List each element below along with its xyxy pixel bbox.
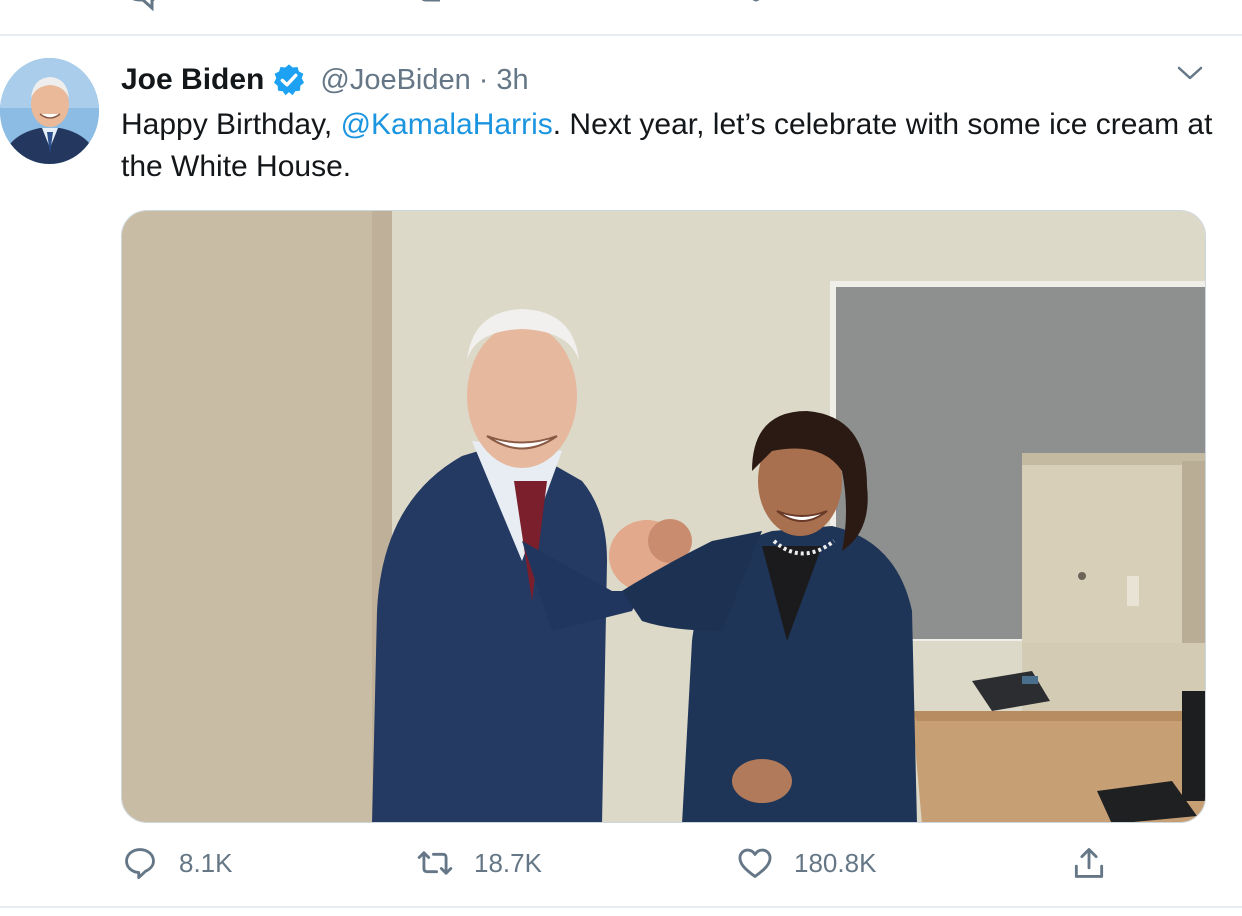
verified-badge-icon [274, 64, 305, 96]
previous-tweet-actions [0, 0, 1242, 14]
retweet-count: 18.7K [474, 847, 542, 878]
tweet-divider [0, 34, 1242, 36]
retweet-button[interactable]: 18.7K [416, 844, 542, 882]
tweet-actions: 8.1K 18.7K 180.8K [0, 838, 1242, 894]
share-icon[interactable] [1070, 0, 1106, 14]
tweet-divider-bottom [0, 906, 1242, 908]
reply-icon [125, 848, 155, 879]
author-handle[interactable]: @JoeBiden [320, 64, 470, 97]
tweet-text-start: Happy Birthday, [121, 108, 341, 141]
avatar[interactable] [0, 58, 99, 164]
share-button[interactable] [1070, 844, 1108, 882]
tweet-photo[interactable] [121, 210, 1206, 823]
chevron-down-icon[interactable] [1175, 64, 1205, 84]
reply-button[interactable]: 8.1K [121, 844, 233, 882]
tweet-header: Joe Biden @JoeBiden · 3h [121, 60, 529, 100]
like-button[interactable]: 180.8K [736, 844, 876, 882]
retweet-icon [417, 851, 453, 875]
share-icon [1074, 848, 1104, 878]
retweet-icon[interactable] [418, 0, 458, 14]
author-name[interactable]: Joe Biden [121, 63, 264, 97]
mention-link[interactable]: @KamalaHarris [341, 108, 553, 141]
reply-icon[interactable] [122, 0, 160, 14]
tweet-timestamp[interactable]: 3h [496, 64, 528, 97]
reply-count: 8.1K [179, 847, 233, 878]
header-separator: · [478, 63, 489, 96]
tweet-text: Happy Birthday, @KamalaHarris. Next year… [121, 104, 1221, 188]
heart-icon[interactable] [738, 0, 774, 14]
like-count: 180.8K [794, 847, 877, 878]
heart-icon [738, 848, 772, 878]
